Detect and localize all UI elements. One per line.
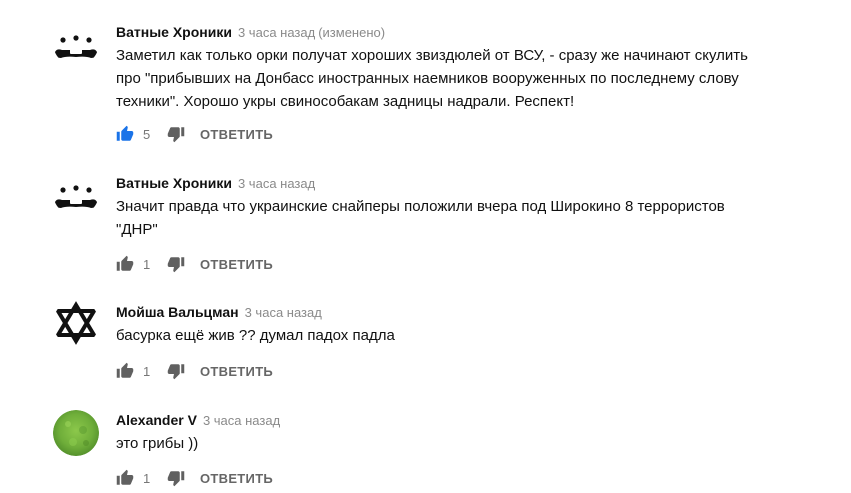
like-count: 5 bbox=[143, 126, 151, 142]
comment-actions: 5 ОТВЕТИТЬ bbox=[116, 124, 273, 144]
thumbs-up-icon[interactable] bbox=[116, 255, 134, 273]
comment-author[interactable]: Ватные Хроники bbox=[116, 24, 232, 40]
avatar[interactable] bbox=[53, 170, 99, 216]
comment-text-line: Заметил как только орки получат хороших … bbox=[116, 47, 748, 64]
avatar[interactable] bbox=[53, 300, 99, 346]
comment-text-line: техники". Хорошо укры свинособакам задни… bbox=[116, 93, 575, 110]
thumbs-down-icon[interactable] bbox=[167, 469, 185, 487]
reply-button[interactable]: ОТВЕТИТЬ bbox=[200, 471, 273, 486]
like-count: 1 bbox=[143, 470, 151, 486]
edited-label: (изменено) bbox=[318, 25, 386, 40]
comment-author[interactable]: Alexander V bbox=[116, 412, 197, 428]
comment-text: это грибы )) bbox=[116, 432, 831, 455]
comment-timestamp[interactable]: 3 часа назад bbox=[238, 25, 315, 40]
panda-face-icon bbox=[53, 20, 99, 66]
reply-button[interactable]: ОТВЕТИТЬ bbox=[200, 364, 273, 379]
thumbs-down-icon[interactable] bbox=[167, 255, 185, 273]
reply-button[interactable]: ОТВЕТИТЬ bbox=[200, 127, 273, 142]
comment-timestamp[interactable]: 3 часа назад bbox=[238, 176, 315, 191]
comment-text: Заметил как только орки получат хороших … bbox=[116, 44, 831, 113]
thumbs-down-icon[interactable] bbox=[167, 125, 185, 143]
comment-text: Значит правда что украинские снайперы по… bbox=[116, 195, 831, 241]
comment-actions: 1 ОТВЕТИТЬ bbox=[116, 361, 273, 381]
comment-text-line: Значит правда что украинские снайперы по… bbox=[116, 198, 725, 215]
comment-text-line: басурка ещё жив ?? думал падох падла bbox=[116, 327, 395, 344]
green-grass-avatar-icon bbox=[53, 410, 99, 456]
avatar[interactable] bbox=[53, 20, 99, 66]
reply-button[interactable]: ОТВЕТИТЬ bbox=[200, 257, 273, 272]
comment-text-line: "ДНР" bbox=[116, 221, 158, 238]
comment-timestamp[interactable]: 3 часа назад bbox=[245, 305, 322, 320]
comment-actions: 1 ОТВЕТИТЬ bbox=[116, 254, 273, 274]
panda-face-icon bbox=[53, 170, 99, 216]
avatar[interactable] bbox=[53, 410, 99, 456]
thumbs-up-icon[interactable] bbox=[116, 469, 134, 487]
thumbs-up-icon[interactable] bbox=[116, 125, 134, 143]
thumbs-down-icon[interactable] bbox=[167, 362, 185, 380]
comment-text: басурка ещё жив ?? думал падох падла bbox=[116, 324, 831, 347]
comment-author[interactable]: Ватные Хроники bbox=[116, 175, 232, 191]
comment-text-line: это грибы )) bbox=[116, 435, 199, 452]
comment-text-line: про "прибывших на Донбасс иностранных на… bbox=[116, 70, 739, 87]
comment-timestamp[interactable]: 3 часа назад bbox=[203, 413, 280, 428]
like-count: 1 bbox=[143, 363, 151, 379]
thumbs-up-icon[interactable] bbox=[116, 362, 134, 380]
comment-actions: 1 ОТВЕТИТЬ bbox=[116, 468, 273, 488]
comment-author[interactable]: Мойша Вальцман bbox=[116, 304, 239, 320]
like-count: 1 bbox=[143, 256, 151, 272]
star-of-david-icon bbox=[53, 300, 99, 346]
